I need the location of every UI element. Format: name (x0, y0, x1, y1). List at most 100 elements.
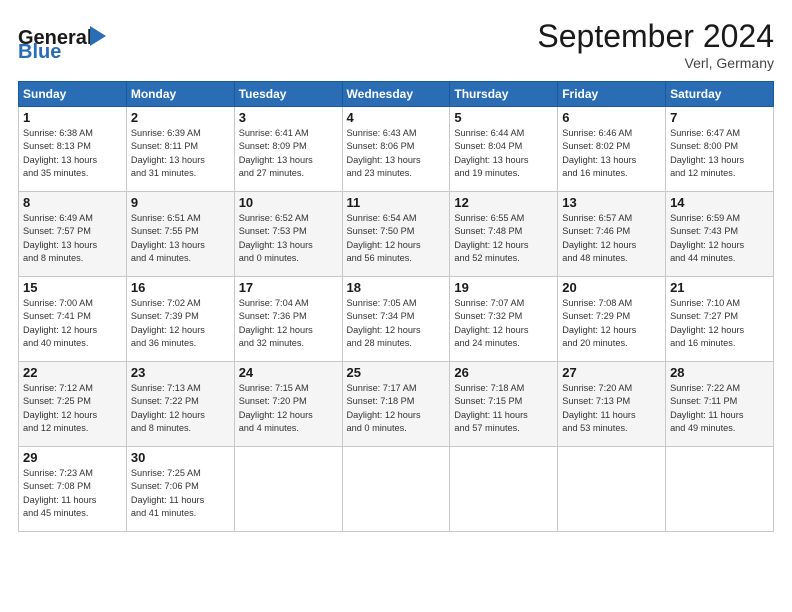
day-info: Sunrise: 7:10 AMSunset: 7:27 PMDaylight:… (670, 297, 769, 350)
table-cell (666, 447, 774, 532)
col-thursday: Thursday (450, 82, 558, 107)
header-row: Sunday Monday Tuesday Wednesday Thursday… (19, 82, 774, 107)
day-number: 7 (670, 110, 769, 125)
table-cell: 3 Sunrise: 6:41 AMSunset: 8:09 PMDaylight… (234, 107, 342, 192)
day-info: Sunrise: 7:12 AMSunset: 7:25 PMDaylight:… (23, 382, 122, 435)
table-cell: 18 Sunrise: 7:05 AMSunset: 7:34 PMDayligh… (342, 277, 450, 362)
table-cell: 28 Sunrise: 7:22 AMSunset: 7:11 PMDayligh… (666, 362, 774, 447)
day-number: 5 (454, 110, 553, 125)
day-info: Sunrise: 6:59 AMSunset: 7:43 PMDaylight:… (670, 212, 769, 265)
table-cell: 20 Sunrise: 7:08 AMSunset: 7:29 PMDayligh… (558, 277, 666, 362)
week-row-2: 8 Sunrise: 6:49 AMSunset: 7:57 PMDaylight… (19, 192, 774, 277)
day-info: Sunrise: 7:15 AMSunset: 7:20 PMDaylight:… (239, 382, 338, 435)
svg-text:Blue: Blue (18, 41, 61, 58)
day-number: 10 (239, 195, 338, 210)
day-info: Sunrise: 6:49 AMSunset: 7:57 PMDaylight:… (23, 212, 122, 265)
day-info: Sunrise: 6:44 AMSunset: 8:04 PMDaylight:… (454, 127, 553, 180)
day-number: 14 (670, 195, 769, 210)
week-row-3: 15 Sunrise: 7:00 AMSunset: 7:41 PMDayligh… (19, 277, 774, 362)
day-number: 4 (347, 110, 446, 125)
day-info: Sunrise: 6:43 AMSunset: 8:06 PMDaylight:… (347, 127, 446, 180)
table-cell: 7 Sunrise: 6:47 AMSunset: 8:00 PMDaylight… (666, 107, 774, 192)
day-number: 1 (23, 110, 122, 125)
table-cell: 6Sunrise: 6:46 AMSunset: 8:02 PMDaylight… (558, 107, 666, 192)
day-info: Sunrise: 7:22 AMSunset: 7:11 PMDaylight:… (670, 382, 769, 435)
col-monday: Monday (126, 82, 234, 107)
table-cell: 14 Sunrise: 6:59 AMSunset: 7:43 PMDayligh… (666, 192, 774, 277)
table-cell: 17 Sunrise: 7:04 AMSunset: 7:36 PMDayligh… (234, 277, 342, 362)
day-number: 24 (239, 365, 338, 380)
subtitle: Verl, Germany (537, 55, 774, 71)
day-number: 3 (239, 110, 338, 125)
day-info: Sunrise: 6:39 AMSunset: 8:11 PMDaylight:… (131, 127, 230, 180)
logo: General Blue (18, 18, 108, 58)
week-row-4: 22 Sunrise: 7:12 AMSunset: 7:25 PMDayligh… (19, 362, 774, 447)
table-cell: 25 Sunrise: 7:17 AMSunset: 7:18 PMDayligh… (342, 362, 450, 447)
table-cell: 29 Sunrise: 7:23 AMSunset: 7:08 PMDayligh… (19, 447, 127, 532)
table-cell: 4 Sunrise: 6:43 AMSunset: 8:06 PMDaylight… (342, 107, 450, 192)
day-number: 25 (347, 365, 446, 380)
day-info: Sunrise: 7:05 AMSunset: 7:34 PMDaylight:… (347, 297, 446, 350)
day-info: Sunrise: 6:57 AMSunset: 7:46 PMDaylight:… (562, 212, 661, 265)
day-info: Sunrise: 7:18 AMSunset: 7:15 PMDaylight:… (454, 382, 553, 435)
day-number: 12 (454, 195, 553, 210)
day-number: 13 (562, 195, 661, 210)
table-cell (342, 447, 450, 532)
table-cell: 5 Sunrise: 6:44 AMSunset: 8:04 PMDaylight… (450, 107, 558, 192)
day-number: 26 (454, 365, 553, 380)
table-cell (450, 447, 558, 532)
table-cell: 30Sunrise: 7:25 AMSunset: 7:06 PMDayligh… (126, 447, 234, 532)
day-number: 30 (131, 450, 230, 465)
day-info: Sunrise: 7:13 AMSunset: 7:22 PMDaylight:… (131, 382, 230, 435)
day-info: Sunrise: 6:51 AMSunset: 7:55 PMDaylight:… (131, 212, 230, 265)
week-row-1: 1Sunrise: 6:38 AMSunset: 8:13 PMDaylight… (19, 107, 774, 192)
day-number: 29 (23, 450, 122, 465)
day-info: Sunrise: 6:41 AMSunset: 8:09 PMDaylight:… (239, 127, 338, 180)
day-info: Sunrise: 7:00 AMSunset: 7:41 PMDaylight:… (23, 297, 122, 350)
day-info: Sunrise: 6:46 AMSunset: 8:02 PMDaylight:… (562, 127, 661, 180)
day-info: Sunrise: 7:08 AMSunset: 7:29 PMDaylight:… (562, 297, 661, 350)
day-number: 15 (23, 280, 122, 295)
table-cell: 16 Sunrise: 7:02 AMSunset: 7:39 PMDayligh… (126, 277, 234, 362)
table-cell: 1Sunrise: 6:38 AMSunset: 8:13 PMDaylight… (19, 107, 127, 192)
table-cell: 11 Sunrise: 6:54 AMSunset: 7:50 PMDayligh… (342, 192, 450, 277)
table-cell: 2Sunrise: 6:39 AMSunset: 8:11 PMDaylight… (126, 107, 234, 192)
day-info: Sunrise: 6:47 AMSunset: 8:00 PMDaylight:… (670, 127, 769, 180)
col-tuesday: Tuesday (234, 82, 342, 107)
day-number: 9 (131, 195, 230, 210)
day-number: 8 (23, 195, 122, 210)
table-cell: 15 Sunrise: 7:00 AMSunset: 7:41 PMDayligh… (19, 277, 127, 362)
day-info: Sunrise: 7:17 AMSunset: 7:18 PMDaylight:… (347, 382, 446, 435)
header: General Blue September 2024 Verl, German… (18, 18, 774, 71)
day-number: 16 (131, 280, 230, 295)
day-number: 23 (131, 365, 230, 380)
title-block: September 2024 Verl, Germany (537, 18, 774, 71)
col-wednesday: Wednesday (342, 82, 450, 107)
day-number: 21 (670, 280, 769, 295)
table-cell: 19Sunrise: 7:07 AMSunset: 7:32 PMDayligh… (450, 277, 558, 362)
day-info: Sunrise: 7:04 AMSunset: 7:36 PMDaylight:… (239, 297, 338, 350)
day-number: 17 (239, 280, 338, 295)
day-number: 19 (454, 280, 553, 295)
day-info: Sunrise: 7:02 AMSunset: 7:39 PMDaylight:… (131, 297, 230, 350)
day-number: 28 (670, 365, 769, 380)
month-title: September 2024 (537, 18, 774, 55)
table-cell: 21 Sunrise: 7:10 AMSunset: 7:27 PMDayligh… (666, 277, 774, 362)
col-friday: Friday (558, 82, 666, 107)
day-info: Sunrise: 6:54 AMSunset: 7:50 PMDaylight:… (347, 212, 446, 265)
day-number: 22 (23, 365, 122, 380)
day-info: Sunrise: 7:23 AMSunset: 7:08 PMDaylight:… (23, 467, 122, 520)
table-cell: 12 Sunrise: 6:55 AMSunset: 7:48 PMDayligh… (450, 192, 558, 277)
day-number: 20 (562, 280, 661, 295)
table-cell: 27Sunrise: 7:20 AMSunset: 7:13 PMDayligh… (558, 362, 666, 447)
table-cell: 8 Sunrise: 6:49 AMSunset: 7:57 PMDaylight… (19, 192, 127, 277)
day-number: 18 (347, 280, 446, 295)
table-cell: 26 Sunrise: 7:18 AMSunset: 7:15 PMDayligh… (450, 362, 558, 447)
table-cell: 9 Sunrise: 6:51 AMSunset: 7:55 PMDaylight… (126, 192, 234, 277)
day-info: Sunrise: 6:55 AMSunset: 7:48 PMDaylight:… (454, 212, 553, 265)
day-number: 11 (347, 195, 446, 210)
col-saturday: Saturday (666, 82, 774, 107)
day-info: Sunrise: 7:20 AMSunset: 7:13 PMDaylight:… (562, 382, 661, 435)
table-cell: 22 Sunrise: 7:12 AMSunset: 7:25 PMDayligh… (19, 362, 127, 447)
table-cell (558, 447, 666, 532)
